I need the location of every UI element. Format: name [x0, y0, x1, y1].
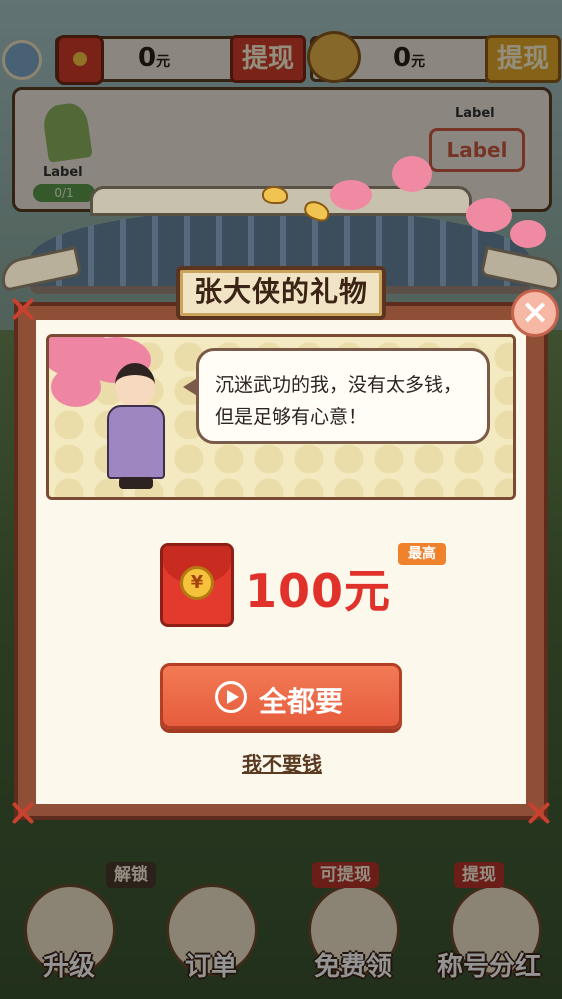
corner-decoration-icon	[526, 800, 552, 826]
reward-amount: 100元	[245, 564, 392, 618]
yuan-coin-icon: ¥	[180, 566, 214, 600]
hero-zhang-character	[101, 357, 171, 497]
speech-bubble: 沉迷武功的我，没有太多钱，但是足够有心意！	[183, 348, 490, 444]
claim-all-label: 全都要	[259, 685, 344, 718]
corner-decoration-icon	[10, 800, 36, 826]
play-video-icon	[215, 681, 247, 713]
red-packet-icon: ¥	[160, 543, 234, 627]
modal-title: 张大侠的礼物	[176, 266, 386, 320]
bird-icon	[262, 186, 288, 204]
claim-all-button[interactable]: 全都要	[160, 663, 402, 729]
max-badge: 最高	[398, 543, 446, 565]
blossom-icon	[330, 180, 372, 210]
decline-link[interactable]: 我不要钱	[232, 748, 332, 777]
blossom-icon	[466, 198, 512, 232]
close-button[interactable]: ×	[511, 289, 559, 337]
blossom-icon	[510, 220, 546, 248]
blossom-icon	[392, 156, 432, 192]
